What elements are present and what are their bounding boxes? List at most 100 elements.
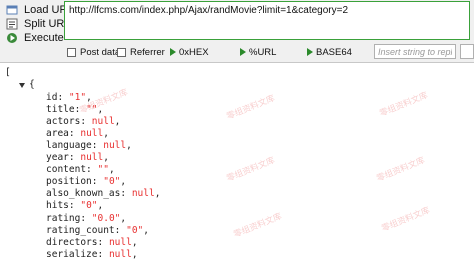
json-key: also_known_as — [46, 188, 121, 200]
json-colon: : — [86, 164, 98, 176]
options-row: Post data Referrer 0xHEX %URL BASE64 — [64, 44, 474, 60]
execute-label: Execute — [24, 32, 64, 44]
json-colon: : — [74, 104, 87, 116]
json-comma: , — [143, 224, 149, 236]
execute-icon — [7, 33, 17, 43]
json-colon: : — [57, 92, 69, 103]
json-comma: , — [120, 212, 127, 224]
json-field-row: also_known_as: null, — [46, 188, 160, 200]
json-colon: : — [97, 236, 109, 248]
json-value: "1" — [68, 92, 87, 103]
watermark: 零组资料文库 — [375, 155, 427, 185]
json-viewer: [ { id: "1", title: "", actors: null, area:… — [0, 63, 474, 264]
json-field-row: directors: null, — [46, 237, 138, 249]
json-field-row: content: "", — [46, 164, 115, 176]
json-key: year — [46, 152, 69, 164]
url-encode-button[interactable]: %URL — [239, 46, 276, 58]
json-key: directors — [46, 236, 98, 248]
json-key: serialize — [46, 248, 98, 260]
json-comma: , — [103, 152, 109, 164]
json-key: language — [46, 140, 92, 152]
json-field-row: title: "", — [46, 104, 103, 116]
json-field-row: actors: null, — [46, 116, 120, 128]
json-value: "0.0" — [91, 212, 121, 224]
json-comma: , — [120, 176, 127, 188]
watermark: 零组资料文库 — [225, 155, 277, 185]
json-comma: , — [126, 140, 132, 152]
json-comma: , — [103, 128, 109, 140]
json-colon: : — [68, 128, 81, 140]
json-key: title — [46, 104, 75, 116]
post-data-label: Post data — [80, 46, 121, 58]
json-colon: : — [114, 224, 127, 236]
url-input[interactable]: http://lfcms.com/index.php/Ajax/randMovi… — [64, 1, 470, 40]
json-comma: , — [154, 188, 161, 200]
hackbar-toolbar: Load URL Split URL Execute http://lfcms.… — [0, 0, 474, 63]
replace-with-input[interactable] — [460, 44, 474, 59]
json-comma: , — [131, 248, 138, 260]
arrow-right-icon — [240, 48, 246, 56]
arrow-right-icon — [170, 48, 176, 56]
json-colon: : — [97, 248, 109, 260]
referrer-label: Referrer — [130, 46, 165, 58]
split-url-button[interactable]: Split URL — [6, 17, 70, 31]
json-key: area — [46, 128, 69, 140]
json-value: "0" — [80, 200, 98, 212]
post-data-checkbox[interactable]: Post data — [67, 46, 120, 58]
json-value: null — [80, 128, 104, 140]
json-key: actors — [46, 116, 81, 128]
json-field-row: serialize: null, — [46, 249, 138, 261]
json-key: position — [46, 176, 92, 188]
json-comma: , — [114, 116, 121, 128]
base64-label: BASE64 — [316, 46, 352, 58]
collapse-toggle-icon[interactable] — [19, 83, 25, 88]
json-field-row: area: null, — [46, 128, 109, 140]
json-field-row: rating_count: "0", — [46, 225, 149, 237]
json-value: "" — [97, 164, 109, 176]
watermark: 零组资料文库 — [225, 93, 277, 123]
watermark: 零组资料文库 — [380, 205, 432, 235]
json-key: content — [46, 164, 87, 176]
json-comma: , — [131, 236, 138, 248]
json-colon: : — [120, 188, 132, 200]
json-colon: : — [91, 140, 104, 152]
json-value: null — [108, 236, 132, 248]
base64-encode-button[interactable]: BASE64 — [306, 46, 352, 58]
json-field-row: rating: "0.0", — [46, 213, 126, 225]
json-colon: : — [68, 200, 81, 212]
json-value: null — [108, 248, 132, 260]
json-value: "0" — [126, 224, 144, 236]
post-data-checkbox-box[interactable] — [67, 47, 76, 57]
json-comma: , — [108, 164, 115, 176]
json-key: rating_count — [46, 224, 115, 236]
watermark: 零组资料文库 — [378, 90, 430, 120]
json-comma: , — [86, 92, 92, 103]
json-comma: , — [97, 200, 104, 212]
json-value: null — [103, 140, 127, 152]
url-text: http://lfcms.com/index.php/Ajax/randMovi… — [69, 5, 349, 16]
split-url-icon — [6, 18, 18, 30]
json-colon: : — [91, 176, 104, 188]
json-colon: : — [68, 152, 81, 164]
json-value: "" — [86, 104, 98, 116]
json-field-row: id: "1", — [46, 92, 92, 104]
json-colon: : — [80, 212, 92, 224]
hex-label: 0xHEX — [179, 46, 209, 58]
replace-string-input[interactable] — [374, 44, 456, 59]
json-comma: , — [97, 104, 104, 116]
referrer-checkbox[interactable]: Referrer — [117, 46, 165, 58]
arrow-right-icon — [307, 48, 313, 56]
hex-encode-button[interactable]: 0xHEX — [169, 46, 209, 58]
json-key: rating — [46, 212, 81, 224]
watermark: 零组资料文库 — [232, 211, 284, 241]
json-colon: : — [80, 116, 92, 128]
json-key: hits — [46, 200, 69, 212]
json-field-row: position: "0", — [46, 176, 126, 188]
url-encode-label: %URL — [249, 46, 277, 58]
json-value: "0" — [103, 176, 121, 188]
execute-button[interactable]: Execute — [6, 31, 64, 45]
referrer-checkbox-box[interactable] — [117, 47, 126, 57]
json-open-bracket: [ — [5, 67, 11, 78]
json-field-row: language: null, — [46, 140, 132, 152]
json-field-row: year: null, — [46, 152, 109, 164]
